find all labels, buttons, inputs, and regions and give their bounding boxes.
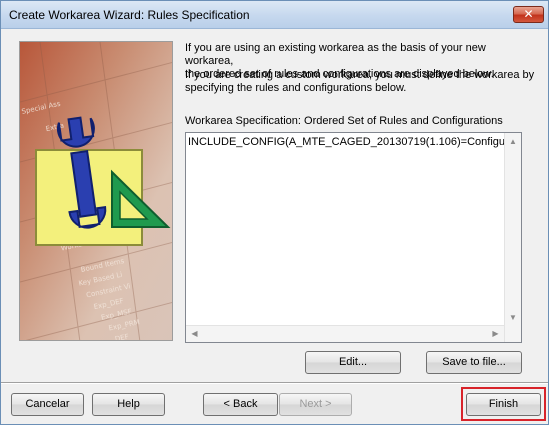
finish-highlight-box	[461, 387, 546, 421]
vertical-scrollbar[interactable]: ▲ ▼	[504, 133, 521, 342]
list-item[interactable]: INCLUDE_CONFIG(A_MTE_CAGED_20130719(1.10…	[188, 136, 504, 148]
info-paragraph-2: If you are creating a custom workarea, y…	[185, 69, 535, 95]
scroll-up-icon[interactable]: ▲	[505, 133, 521, 150]
scroll-left-icon[interactable]: ◀	[186, 326, 203, 342]
horizontal-scrollbar[interactable]: ◀ ▶	[186, 325, 504, 342]
close-icon: ✕	[523, 7, 534, 21]
wizard-illustration: Special Ass Extra Workarea Bound Items K…	[19, 41, 173, 341]
next-button[interactable]: Next >	[279, 393, 352, 416]
close-button[interactable]: ✕	[513, 6, 544, 23]
window-title: Create Workarea Wizard: Rules Specificat…	[9, 8, 250, 22]
spec-label: Workarea Specification: Ordered Set of R…	[185, 115, 503, 127]
cancel-button[interactable]: Cancelar	[11, 393, 84, 416]
title-bar[interactable]: Create Workarea Wizard: Rules Specificat…	[1, 1, 548, 29]
footer-divider	[1, 382, 548, 384]
info-line-1: If you are using an existing workarea as…	[185, 42, 486, 67]
save-to-file-button[interactable]: Save to file...	[426, 351, 522, 374]
help-button[interactable]: Help	[92, 393, 165, 416]
scroll-right-icon[interactable]: ▶	[487, 326, 504, 342]
scroll-down-icon[interactable]: ▼	[505, 309, 521, 326]
info-line-4: specifying the rules and configurations …	[185, 82, 407, 94]
edit-button[interactable]: Edit...	[305, 351, 401, 374]
rules-listbox[interactable]: INCLUDE_CONFIG(A_MTE_CAGED_20130719(1.10…	[185, 132, 522, 343]
wizard-window: Create Workarea Wizard: Rules Specificat…	[0, 0, 549, 425]
back-button[interactable]: < Back	[203, 393, 278, 416]
wizard-illustration-image: Special Ass Extra Workarea Bound Items K…	[20, 42, 172, 340]
info-line-3: If you are creating a custom workarea, y…	[185, 69, 535, 81]
